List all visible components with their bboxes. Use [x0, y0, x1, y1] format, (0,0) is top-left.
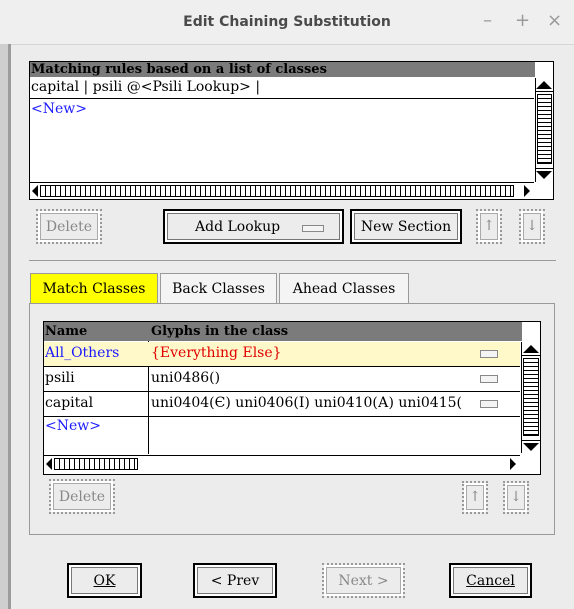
classes-table[interactable]: Name Glyphs in the class All_Others {Eve… — [43, 321, 541, 475]
delete-class-button[interactable]: Delete — [49, 479, 115, 514]
rules-list[interactable]: Matching rules based on a list of classe… — [29, 61, 554, 200]
tab-label: Match Classes — [42, 281, 146, 297]
up-arrow-icon: ↑ — [483, 218, 495, 234]
scroll-right-icon[interactable] — [510, 458, 516, 470]
class-name-cell[interactable]: psili — [45, 367, 75, 389]
rules-vscroll-thumb[interactable] — [537, 94, 552, 164]
ok-label: OK — [93, 573, 116, 589]
rule-row[interactable]: capital | psili @<Psili Lookup> | — [31, 79, 260, 95]
class-name-cell[interactable]: capital — [45, 392, 93, 414]
divider — [536, 168, 553, 169]
divider — [522, 355, 540, 356]
rules-hscroll-thumb[interactable] — [40, 185, 514, 197]
rules-list-header: Matching rules based on a list of classe… — [30, 62, 535, 77]
down-arrow-icon: ↓ — [510, 489, 522, 505]
tab-ahead-classes[interactable]: Ahead Classes — [279, 273, 409, 303]
prev-button[interactable]: < Prev — [193, 563, 277, 598]
delete-rule-label: Delete — [45, 219, 93, 235]
close-icon[interactable]: × — [547, 10, 562, 31]
scroll-left-icon[interactable] — [32, 185, 38, 197]
add-lookup-button[interactable]: Add Lookup — [163, 209, 344, 244]
new-section-button[interactable]: New Section — [350, 209, 462, 244]
divider — [30, 98, 534, 99]
class-name-cell[interactable]: All_Others — [45, 342, 119, 364]
classes-vertical-scrollbar[interactable] — [521, 342, 540, 453]
edit-glyphs-icon[interactable] — [480, 375, 498, 383]
tab-match-classes[interactable]: Match Classes — [30, 273, 158, 303]
up-arrow-icon: ↑ — [469, 489, 481, 505]
next-label: Next > — [338, 573, 389, 589]
rules-vertical-scrollbar[interactable] — [535, 78, 553, 182]
window-edge — [0, 44, 8, 609]
next-button[interactable]: Next > — [322, 563, 405, 598]
scroll-up-icon[interactable] — [523, 345, 539, 353]
window-edge-shadow — [8, 44, 11, 609]
edit-glyphs-icon[interactable] — [480, 350, 498, 358]
class-glyphs-cell[interactable]: uni0486() — [151, 367, 491, 389]
dropdown-icon — [302, 225, 324, 232]
classes-horizontal-scrollbar[interactable] — [44, 455, 520, 472]
section-divider — [29, 260, 556, 261]
table-row[interactable]: psili uni0486() — [44, 367, 520, 392]
scroll-down-icon[interactable] — [536, 171, 552, 179]
move-rule-up-button[interactable]: ↑ — [476, 209, 502, 244]
tab-label: Back Classes — [172, 281, 265, 297]
cancel-button[interactable]: Cancel — [449, 563, 532, 598]
scroll-up-icon[interactable] — [536, 81, 552, 89]
class-glyphs-cell[interactable]: {Everything Else} — [151, 342, 491, 364]
scroll-down-icon[interactable] — [523, 443, 539, 451]
column-header-glyphs: Glyphs in the class — [149, 322, 522, 341]
new-section-label: New Section — [360, 219, 452, 235]
divider — [522, 440, 540, 441]
down-arrow-icon: ↓ — [526, 218, 538, 234]
move-rule-down-button[interactable]: ↓ — [519, 209, 545, 244]
ok-button[interactable]: OK — [67, 563, 142, 598]
cancel-label: Cancel — [466, 573, 515, 589]
rules-horizontal-scrollbar[interactable] — [30, 182, 534, 199]
minimize-icon[interactable]: – — [483, 10, 492, 31]
scroll-right-icon[interactable] — [524, 185, 530, 197]
class-glyphs-cell[interactable]: uni0404(Є) uni0406(І) uni0410(А) uni0415… — [151, 392, 491, 414]
add-lookup-label: Add Lookup — [195, 219, 281, 235]
table-row[interactable]: All_Others {Everything Else} — [44, 342, 520, 367]
edit-glyphs-icon[interactable] — [480, 400, 498, 408]
classes-hscroll-thumb[interactable] — [54, 458, 138, 470]
title-bar: Edit Chaining Substitution – + × — [0, 0, 574, 45]
delete-rule-button[interactable]: Delete — [36, 209, 102, 244]
new-rule-item[interactable]: <New> — [31, 101, 87, 117]
divider — [536, 91, 553, 92]
tab-label: Ahead Classes — [292, 281, 396, 297]
table-row[interactable]: capital uni0404(Є) uni0406(І) uni0410(А)… — [44, 392, 520, 417]
maximize-icon[interactable]: + — [515, 10, 530, 31]
classes-vscroll-thumb[interactable] — [523, 358, 539, 436]
prev-label: < Prev — [210, 573, 260, 589]
move-class-down-button[interactable]: ↓ — [503, 481, 529, 514]
new-class-item[interactable]: <New> — [45, 418, 101, 434]
column-header-name: Name — [44, 322, 149, 341]
tab-back-classes[interactable]: Back Classes — [160, 273, 277, 303]
scroll-left-icon[interactable] — [46, 458, 52, 470]
move-class-up-button[interactable]: ↑ — [462, 481, 488, 514]
delete-class-label: Delete — [58, 489, 106, 505]
